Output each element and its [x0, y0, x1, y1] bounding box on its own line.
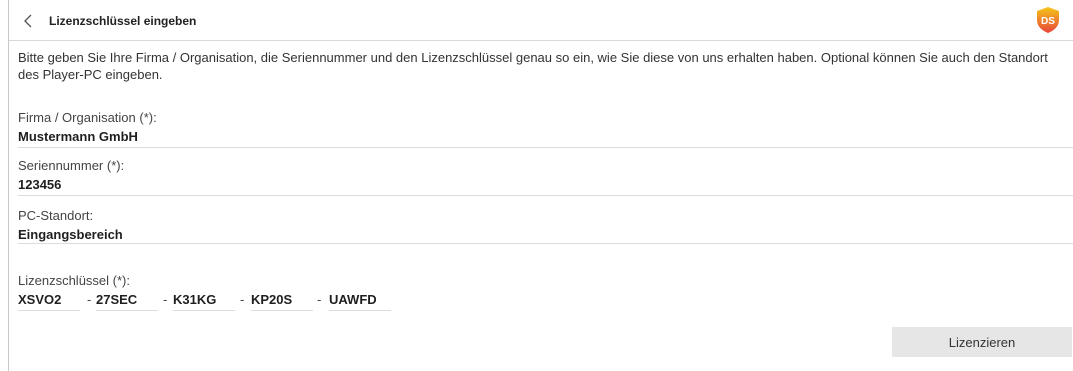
company-field[interactable]: Firma / Organisation (*): Mustermann Gmb…: [18, 110, 1073, 148]
location-input[interactable]: Eingangsbereich: [18, 227, 123, 242]
license-key-separator: -: [163, 292, 168, 307]
dialog-header: Lizenzschlüssel eingeben DS: [9, 0, 1073, 41]
location-field[interactable]: PC-Standort: Eingangsbereich: [18, 208, 1073, 244]
company-input[interactable]: Mustermann GmbH: [18, 129, 138, 144]
license-key-segment-5[interactable]: UAWFD: [329, 292, 391, 311]
license-key-segment-5-value: UAWFD: [329, 292, 377, 307]
license-dialog: Lizenzschlüssel eingeben DS Bitte geben …: [8, 0, 1073, 371]
license-key-segment-2-value: 27SEC: [96, 292, 138, 307]
license-key-label: Lizenzschlüssel (*):: [18, 273, 130, 288]
license-key-segment-4-value: KP20S: [251, 292, 293, 307]
license-key-separator: -: [87, 292, 92, 307]
license-key-segment-3-value: K31KG: [173, 292, 217, 307]
license-key-segment-1[interactable]: XSVO2: [18, 292, 80, 311]
ds-logo-icon: DS: [1035, 6, 1061, 34]
back-button[interactable]: [18, 10, 38, 32]
company-label: Firma / Organisation (*):: [18, 110, 157, 125]
license-key-segment-1-value: XSVO2: [18, 292, 62, 307]
chevron-left-icon: [24, 14, 32, 28]
svg-text:DS: DS: [1041, 16, 1055, 27]
license-key-segment-2[interactable]: 27SEC: [96, 292, 158, 311]
page-title: Lizenzschlüssel eingeben: [49, 14, 197, 28]
license-key-segment-4[interactable]: KP20S: [251, 292, 313, 311]
serial-input[interactable]: 123456: [18, 177, 61, 192]
license-key-segment-3[interactable]: K31KG: [173, 292, 235, 311]
instructions-text: Bitte geben Sie Ihre Firma / Organisatio…: [18, 50, 1048, 82]
serial-field[interactable]: Seriennummer (*): 123456: [18, 158, 1073, 196]
license-key-separator: -: [317, 292, 322, 307]
license-submit-button[interactable]: Lizenzieren: [892, 327, 1072, 357]
location-label: PC-Standort:: [18, 208, 94, 223]
serial-label: Seriennummer (*):: [18, 158, 125, 173]
license-key-separator: -: [240, 292, 245, 307]
